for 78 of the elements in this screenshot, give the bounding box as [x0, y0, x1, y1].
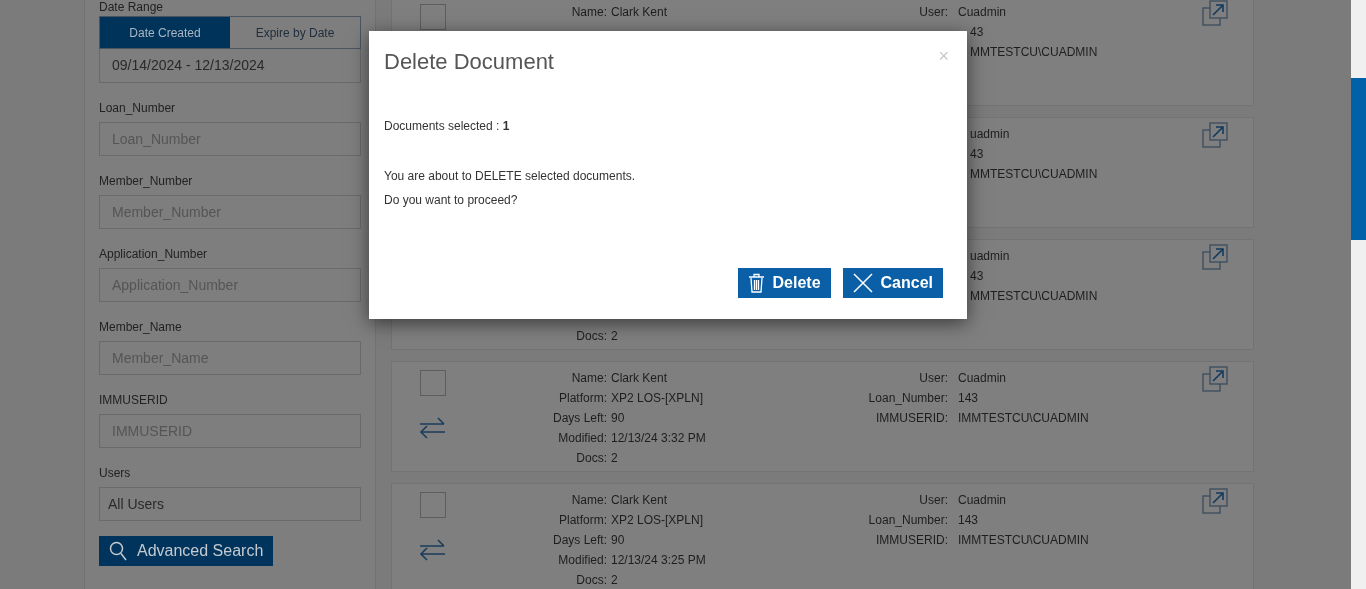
- field-label: Modified:: [557, 430, 607, 447]
- field-label: Member_Name: [99, 320, 183, 334]
- close-icon: [852, 273, 873, 293]
- field-value: MMTESTCU\CUADMIN: [970, 44, 1098, 61]
- field-value: Clark Kent: [611, 4, 668, 21]
- field-value: 2: [611, 328, 618, 345]
- field-label: Days Left:: [551, 532, 607, 549]
- field-label: Name:: [570, 492, 607, 509]
- field-label: User:: [918, 370, 948, 387]
- field-value: 2: [611, 450, 618, 467]
- field-value: 43: [970, 146, 984, 163]
- field-label: Loan_Number:: [867, 512, 948, 529]
- field-label: Docs:: [575, 572, 607, 589]
- dialog-message: You are about to DELETE selected documents.: [384, 168, 636, 185]
- date-tab[interactable]: Date Created: [100, 17, 230, 48]
- field-value: 90: [611, 410, 625, 427]
- field-label: Modified:: [557, 552, 607, 569]
- swap-arrows-icon[interactable]: [419, 539, 446, 561]
- trash-icon: [747, 273, 765, 293]
- field-value: Clark Kent: [611, 492, 668, 509]
- checkbox[interactable]: [419, 4, 446, 30]
- field-value: uadmin: [970, 248, 1010, 265]
- field-label: Users: [99, 466, 132, 480]
- field-label: Platform:: [558, 390, 607, 407]
- field-value: 143: [958, 390, 979, 407]
- field-value: 43: [970, 268, 984, 285]
- field-label: Docs:: [575, 450, 607, 467]
- field-value: Cuadmin: [958, 370, 1007, 387]
- field-value: Clark Kent: [611, 370, 668, 387]
- field-label: Name:: [570, 370, 607, 387]
- external-link-icon[interactable]: [1202, 0, 1228, 26]
- field-label: User:: [918, 4, 948, 21]
- field-value: 143: [958, 512, 979, 529]
- field-label: IMMUSERID:: [875, 532, 948, 549]
- field-label: Loan_Number: [99, 101, 177, 115]
- field-value: 90: [611, 532, 625, 549]
- field-value: 12/13/24 3:25 PM: [611, 552, 706, 569]
- date-range-field[interactable]: 09/14/2024 - 12/13/2024: [99, 49, 361, 83]
- advanced-search-button[interactable]: Advanced Search: [99, 536, 274, 566]
- field-label: User:: [918, 492, 948, 509]
- field-value: IMMTESTCU\CUADMIN: [958, 410, 1089, 427]
- external-link-icon[interactable]: [1202, 366, 1228, 392]
- field-value: 2: [611, 572, 618, 589]
- field-label: Member_Number: [99, 174, 194, 188]
- field-value: Cuadmin: [958, 4, 1007, 21]
- field-label: Application_Number: [99, 247, 209, 261]
- field-value: XP2 LOS-[XPLN]: [611, 390, 704, 407]
- field-value: Cuadmin: [958, 492, 1007, 509]
- selected-count-text: Documents selected : 1: [384, 119, 510, 133]
- field-value: uadmin: [970, 126, 1010, 143]
- delete-button[interactable]: Delete: [737, 268, 831, 298]
- dialog-title: Delete Document: [384, 48, 554, 76]
- field-value: 12/13/24 3:32 PM: [611, 430, 706, 447]
- field-label: Date Range: [99, 0, 165, 14]
- field-value: MMTESTCU\CUADMIN: [970, 166, 1098, 183]
- external-link-icon[interactable]: [1202, 122, 1228, 148]
- field-label: IMMUSERID: [99, 393, 169, 407]
- field-label: Days Left:: [551, 410, 607, 427]
- scrollbar[interactable]: [1351, 0, 1366, 589]
- checkbox[interactable]: [419, 370, 446, 396]
- search-icon: [109, 541, 127, 561]
- external-link-icon[interactable]: [1202, 488, 1228, 514]
- field-label: Docs:: [575, 328, 607, 345]
- field-value: MMTESTCU\CUADMIN: [970, 288, 1098, 305]
- external-link-icon[interactable]: [1202, 244, 1228, 270]
- input-field[interactable]: All Users: [99, 487, 361, 521]
- field-value: XP2 LOS-[XPLN]: [611, 512, 704, 529]
- cancel-button[interactable]: Cancel: [842, 268, 943, 298]
- field-label: IMMUSERID:: [875, 410, 948, 427]
- field-value: IMMTESTCU\CUADMIN: [958, 532, 1089, 549]
- scrollbar-thumb[interactable]: [1351, 78, 1366, 240]
- swap-arrows-icon[interactable]: [419, 417, 446, 439]
- field-label: Loan_Number:: [867, 390, 948, 407]
- field-value: 43: [970, 24, 984, 41]
- field-label: Name:: [570, 4, 607, 21]
- dialog-message: Do you want to proceed?: [384, 192, 518, 209]
- field-label: Platform:: [558, 512, 607, 529]
- checkbox[interactable]: [419, 492, 446, 518]
